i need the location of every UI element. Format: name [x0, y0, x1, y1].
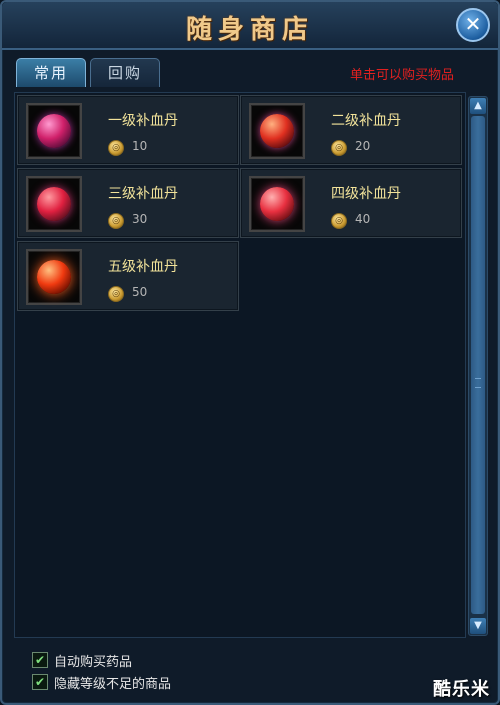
hide-insufficient-level-checkbox[interactable]: ✔ [32, 674, 48, 690]
red-potion-orb-icon [260, 187, 294, 221]
purchase-hint: 单击可以购买物品 [349, 68, 454, 83]
coin-icon: ◎ [331, 213, 347, 229]
coin-icon: ◎ [331, 140, 347, 156]
shop-item[interactable]: 二级补血丹 ◎ 20 [240, 95, 462, 165]
coin-icon: ◎ [108, 286, 124, 302]
item-icon-frame [26, 103, 82, 159]
item-price: 40 [355, 212, 371, 226]
tab-buyback[interactable]: 回购 [90, 58, 160, 87]
item-price: 30 [132, 212, 148, 226]
item-price: 10 [132, 139, 148, 153]
shop-window: 随身商店 ✕ 常用 回购 单击可以购买物品 一级补血丹 ◎ 10 二级补血丹 ◎… [0, 0, 500, 705]
item-name: 五级补血丹 [108, 259, 178, 275]
grip-icon [475, 378, 481, 388]
title-bar: 随身商店 ✕ [2, 2, 498, 50]
coin-icon: ◎ [108, 213, 124, 229]
scroll-down-button[interactable]: ▼ [470, 618, 486, 634]
hide-insufficient-level-label: 隐藏等级不足的商品 [54, 677, 172, 692]
scroll-up-button[interactable]: ▲ [470, 98, 486, 114]
window-title: 随身商店 [185, 15, 314, 45]
close-button[interactable]: ✕ [456, 8, 490, 42]
item-icon-frame [249, 103, 305, 159]
item-list: 一级补血丹 ◎ 10 二级补血丹 ◎ 20 三级补血丹 ◎ 30 四级补血丹 ◎… [14, 92, 466, 638]
coin-icon: ◎ [108, 140, 124, 156]
red-potion-orb-icon [260, 114, 294, 148]
red-potion-orb-icon [37, 260, 71, 294]
close-icon: ✕ [464, 12, 482, 36]
red-potion-orb-icon [37, 114, 71, 148]
item-name: 一级补血丹 [108, 113, 178, 129]
item-price: 20 [355, 139, 371, 153]
item-name: 三级补血丹 [108, 186, 178, 202]
item-icon-frame [26, 249, 82, 305]
auto-buy-label: 自动购买药品 [54, 655, 133, 670]
shop-item[interactable]: 一级补血丹 ◎ 10 [17, 95, 239, 165]
triangle-down-icon: ▼ [474, 620, 482, 631]
shop-item[interactable]: 五级补血丹 ◎ 50 [17, 241, 239, 311]
item-name: 二级补血丹 [331, 113, 401, 129]
item-name: 四级补血丹 [331, 186, 401, 202]
item-icon-frame [26, 176, 82, 232]
triangle-up-icon: ▲ [474, 100, 482, 111]
red-potion-orb-icon [37, 187, 71, 221]
item-icon-frame [249, 176, 305, 232]
tab-common[interactable]: 常用 [16, 58, 86, 87]
item-list-scrollbar[interactable]: ▲ ▼ [468, 96, 488, 636]
scroll-thumb[interactable] [471, 116, 485, 614]
tab-bar: 常用 回购 单击可以购买物品 [10, 54, 490, 88]
shop-item[interactable]: 四级补血丹 ◎ 40 [240, 168, 462, 238]
auto-buy-checkbox[interactable]: ✔ [32, 652, 48, 668]
item-price: 50 [132, 285, 148, 299]
shop-item[interactable]: 三级补血丹 ◎ 30 [17, 168, 239, 238]
site-watermark: 酷乐米 [433, 679, 490, 700]
